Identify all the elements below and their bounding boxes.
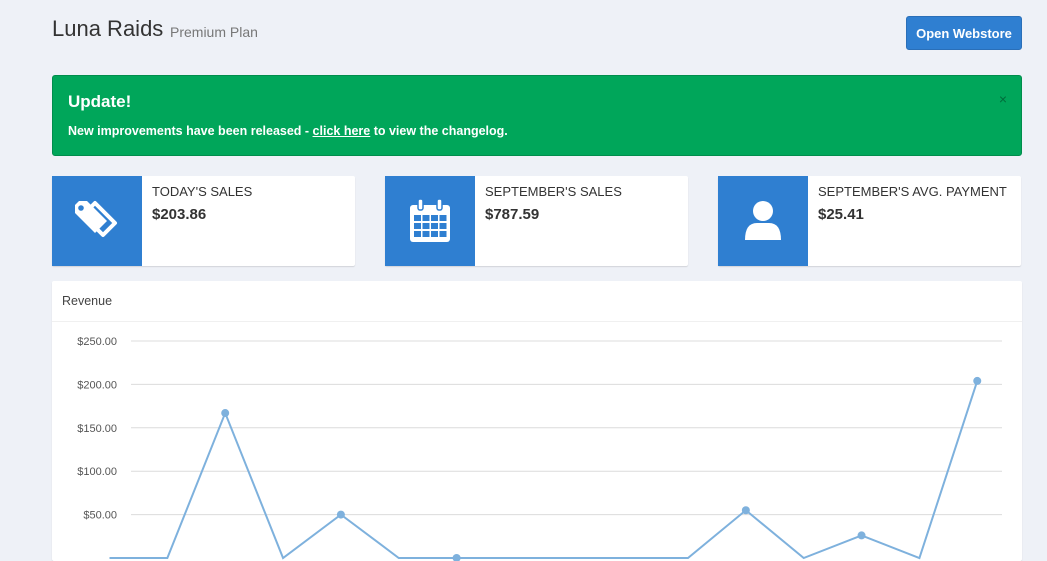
tags-icon [52, 176, 142, 266]
stat-value: $25.41 [818, 206, 864, 223]
stat-label: SEPTEMBER'S AVG. PAYMENT [818, 184, 1007, 199]
y-tick-label: $100.00 [77, 466, 117, 478]
close-icon[interactable]: × [999, 92, 1007, 106]
open-webstore-button[interactable]: Open Webstore [906, 16, 1022, 50]
y-tick-label: $150.00 [77, 423, 117, 435]
stat-todays-sales: TODAY'S SALES $203.86 [52, 176, 355, 266]
revenue-chart: $250.00 $200.00 $150.00 $100.00 $50.00 [77, 336, 1002, 561]
y-tick-label: $200.00 [77, 379, 117, 391]
data-point[interactable] [221, 409, 230, 418]
stat-value: $787.59 [485, 206, 540, 223]
changelog-link[interactable]: click here [313, 124, 371, 138]
series-line [109, 380, 979, 560]
alert-message-after: to view the changelog. [370, 124, 508, 138]
stat-month-sales: SEPTEMBER'S SALES $787.59 [385, 176, 688, 266]
alert-title: Update! [68, 92, 132, 111]
data-point[interactable] [336, 510, 345, 519]
data-point[interactable] [452, 554, 461, 561]
page-header: Luna Raids Premium Plan Open Webstore [52, 14, 1022, 54]
stat-value: $203.86 [152, 206, 207, 223]
y-tick-label: $250.00 [77, 336, 117, 348]
store-name: Luna Raids [52, 16, 164, 41]
stat-avg-payment: SEPTEMBER'S AVG. PAYMENT $25.41 [718, 176, 1021, 266]
data-point[interactable] [741, 506, 750, 515]
y-tick-label: $50.00 [83, 510, 117, 522]
plan-label: Premium Plan [170, 24, 258, 40]
alert-message-before: New improvements have been released - [68, 124, 313, 138]
revenue-panel: Revenue $250.00 $200.00 $150.00 $100.00 $50.… [52, 281, 1022, 561]
update-alert: Update! New improvements have been relea… [52, 75, 1022, 156]
calendar-icon [385, 176, 475, 266]
alert-message: New improvements have been released - cl… [68, 124, 508, 138]
data-point[interactable] [857, 531, 866, 540]
user-icon [718, 176, 808, 266]
stat-label: SEPTEMBER'S SALES [485, 184, 622, 199]
data-point[interactable] [973, 376, 982, 385]
stat-label: TODAY'S SALES [152, 184, 253, 199]
